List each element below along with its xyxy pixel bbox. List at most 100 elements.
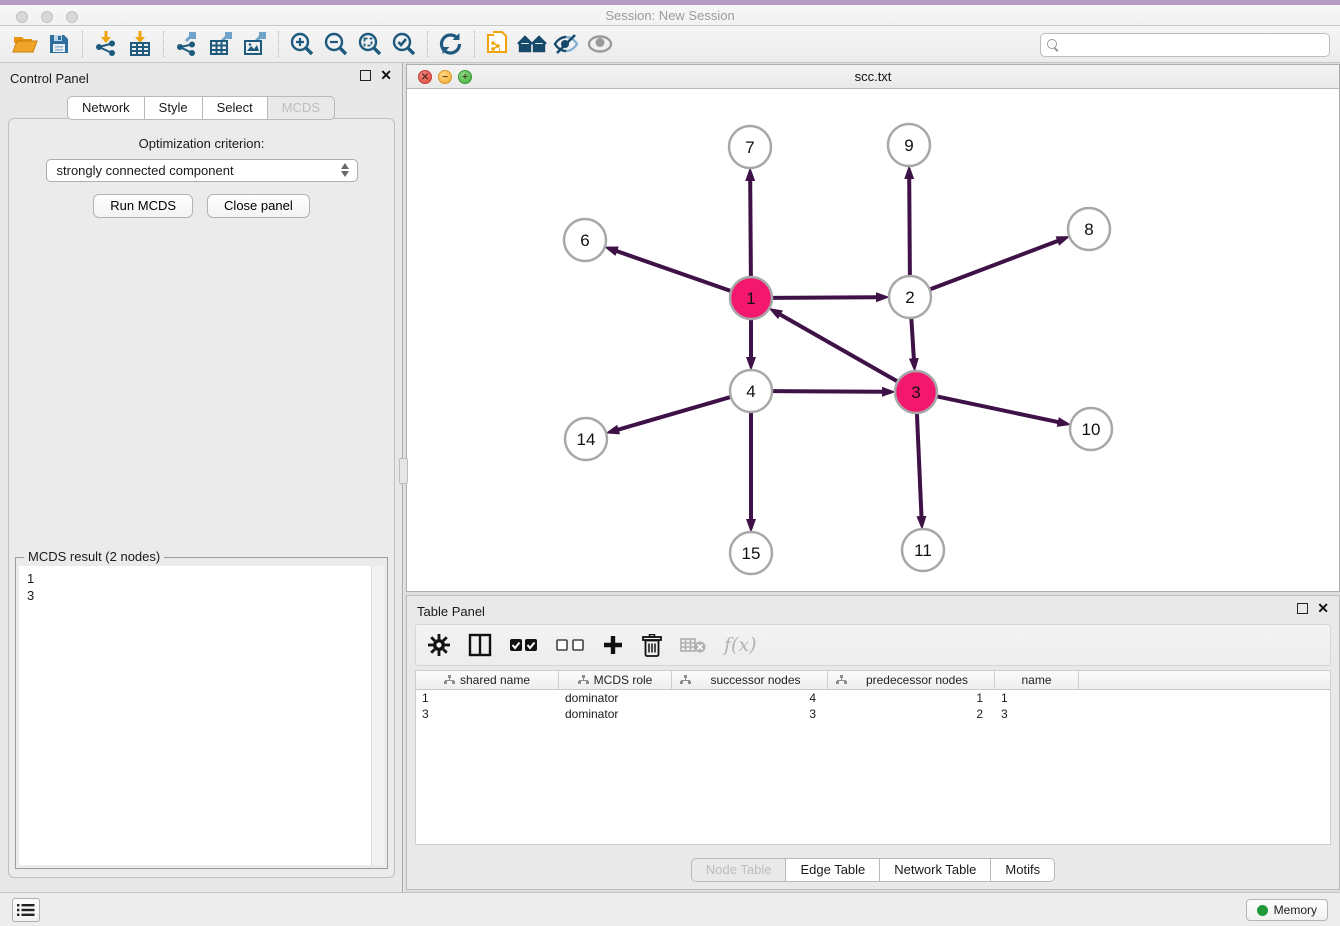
panel-divider-grip[interactable] — [399, 458, 408, 484]
memory-label: Memory — [1274, 903, 1317, 917]
export-image-icon[interactable] — [238, 29, 272, 59]
home-icon[interactable] — [515, 29, 549, 59]
edge-1-7[interactable] — [750, 180, 751, 277]
export-table-icon[interactable] — [204, 29, 238, 59]
table-cell[interactable]: 3 — [672, 706, 828, 722]
select-all-icon[interactable] — [510, 638, 538, 652]
zoom-out-icon[interactable] — [319, 29, 353, 59]
result-scrollbar[interactable] — [371, 566, 384, 865]
edge-3-11[interactable] — [917, 413, 922, 517]
node-label-4: 4 — [746, 382, 755, 401]
table-tabs: Node Table Edge Table Network Table Moti… — [407, 858, 1339, 882]
deselect-all-icon[interactable] — [556, 638, 584, 652]
optimization-criterion-value: strongly connected component — [57, 163, 234, 178]
import-table-icon[interactable] — [123, 29, 157, 59]
edge-1-2[interactable] — [772, 297, 877, 298]
table-cell[interactable]: 1 — [416, 690, 559, 706]
table-row[interactable]: 1dominator411 — [416, 690, 1330, 706]
settings-gear-icon[interactable] — [428, 634, 450, 656]
table-cell[interactable]: 1 — [995, 690, 1079, 706]
column-header-successor-nodes[interactable]: successor nodes — [672, 671, 828, 689]
refresh-network-icon[interactable] — [434, 29, 468, 59]
column-header-predecessor-nodes[interactable]: predecessor nodes — [828, 671, 995, 689]
table-cell[interactable]: 3 — [416, 706, 559, 722]
mcds-panel: Optimization criterion: strongly connect… — [8, 118, 395, 878]
node-label-2: 2 — [905, 288, 914, 307]
mcds-result-title: MCDS result (2 nodes) — [24, 549, 164, 564]
edge-4-3[interactable] — [772, 391, 883, 392]
network-window-titlebar[interactable]: ✕ − + scc.txt — [407, 65, 1339, 89]
table-row[interactable]: 3dominator323 — [416, 706, 1330, 722]
edge-4-14[interactable] — [618, 397, 731, 430]
mcds-result-group: MCDS result (2 nodes) 1 3 — [15, 557, 388, 869]
search-input[interactable] — [1064, 35, 1329, 55]
table-cell[interactable]: 3 — [995, 706, 1079, 722]
edge-1-6[interactable] — [616, 251, 731, 291]
add-column-icon[interactable] — [602, 634, 624, 656]
close-table-panel-icon[interactable]: ✕ — [1317, 603, 1329, 614]
network-graph[interactable]: 7968124314101511 — [407, 89, 1339, 591]
tab-motifs[interactable]: Motifs — [990, 858, 1055, 882]
node-table: shared name MCDS role successor nodes pr… — [415, 670, 1331, 845]
table-cell[interactable]: dominator — [559, 706, 672, 722]
task-history-button[interactable] — [12, 898, 40, 922]
delete-column-icon[interactable] — [642, 634, 662, 657]
tab-node-table[interactable]: Node Table — [691, 858, 786, 882]
close-panel-button[interactable]: Close panel — [207, 194, 310, 218]
optimization-criterion-select[interactable]: strongly connected component — [46, 159, 358, 182]
edge-2-8[interactable] — [930, 241, 1059, 290]
table-cell[interactable]: 1 — [828, 690, 995, 706]
edge-3-10[interactable] — [937, 396, 1059, 422]
tab-select[interactable]: Select — [202, 96, 267, 120]
select-stepper-icon — [341, 163, 349, 177]
run-mcds-button[interactable]: Run MCDS — [93, 194, 193, 218]
mcds-result-area[interactable]: 1 3 — [19, 566, 384, 865]
edge-2-9[interactable] — [909, 178, 910, 276]
tab-edge-table[interactable]: Edge Table — [785, 858, 879, 882]
node-label-9: 9 — [904, 136, 913, 155]
edge-3-1[interactable] — [780, 314, 898, 381]
tab-style[interactable]: Style — [144, 96, 202, 120]
node-label-11: 11 — [914, 541, 932, 560]
control-panel-title: Control Panel — [10, 71, 89, 86]
zoom-in-icon[interactable] — [285, 29, 319, 59]
float-table-panel-icon[interactable] — [1297, 603, 1308, 614]
tab-mcds[interactable]: MCDS — [267, 96, 335, 120]
table-panel: Table Panel ✕ f(x) — [406, 595, 1340, 890]
memory-button[interactable]: Memory — [1246, 899, 1328, 921]
column-type-icon — [578, 675, 589, 685]
column-header-shared-name[interactable]: shared name — [416, 671, 559, 689]
node-table-header: shared name MCDS role successor nodes pr… — [416, 671, 1330, 690]
tab-network-table[interactable]: Network Table — [879, 858, 990, 882]
network-from-file-icon[interactable] — [481, 29, 515, 59]
search-field[interactable] — [1040, 33, 1330, 57]
table-cell[interactable]: 4 — [672, 690, 828, 706]
delete-table-icon[interactable] — [680, 636, 706, 654]
node-label-10: 10 — [1082, 420, 1101, 439]
close-panel-icon[interactable]: ✕ — [380, 70, 392, 81]
save-session-icon[interactable] — [42, 29, 76, 59]
table-panel-title: Table Panel — [417, 604, 485, 619]
column-header-mcds-role[interactable]: MCDS role — [559, 671, 672, 689]
tab-network[interactable]: Network — [67, 96, 144, 120]
table-cell[interactable]: 2 — [828, 706, 995, 722]
node-label-6: 6 — [580, 231, 589, 250]
node-label-3: 3 — [911, 383, 920, 402]
open-session-icon[interactable] — [8, 29, 42, 59]
float-panel-icon[interactable] — [360, 70, 371, 81]
toggle-column-panel-icon[interactable] — [468, 633, 492, 657]
edge-2-3[interactable] — [911, 318, 914, 359]
node-label-1: 1 — [746, 289, 755, 308]
show-panel-icon[interactable] — [583, 29, 617, 59]
network-canvas[interactable]: 7968124314101511 — [407, 89, 1339, 591]
zoom-selected-icon[interactable] — [387, 29, 421, 59]
column-header-name[interactable]: name — [995, 671, 1079, 689]
status-bar: Memory — [0, 892, 1340, 926]
table-toolbar: f(x) — [415, 624, 1331, 666]
function-builder-icon[interactable]: f(x) — [724, 634, 757, 656]
table-cell[interactable]: dominator — [559, 690, 672, 706]
zoom-fit-icon[interactable] — [353, 29, 387, 59]
import-network-icon[interactable] — [89, 29, 123, 59]
export-network-icon[interactable] — [170, 29, 204, 59]
hide-panel-icon[interactable] — [549, 29, 583, 59]
